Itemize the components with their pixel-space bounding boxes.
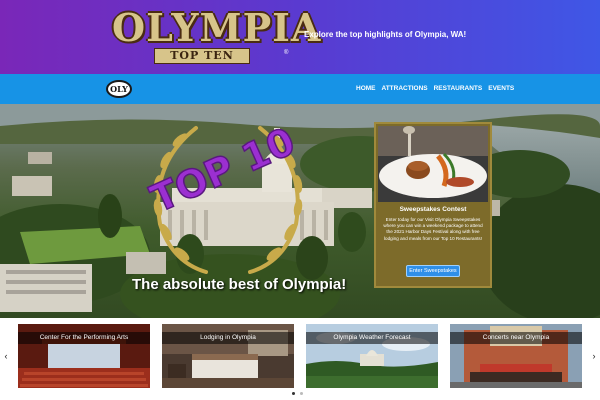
carousel-dot-active[interactable] [292, 392, 295, 395]
site-header: OLYMPIA TOP TEN ® Explore the top highli… [0, 0, 600, 74]
carousel-dot[interactable] [300, 392, 303, 395]
card-title: Olympia Weather Forecast [306, 332, 438, 344]
nav-link-events[interactable]: EVENTS [488, 83, 514, 95]
card-weather[interactable]: Olympia Weather Forecast [306, 324, 438, 388]
header-tagline: Explore the top highlights of Olympia, W… [304, 30, 467, 39]
feature-carousel: ‹ Center For the Performing Arts Lodging… [0, 318, 600, 400]
nav-logo[interactable]: OLY [106, 80, 132, 98]
nav-link-attractions[interactable]: ATTRACTIONS [382, 83, 428, 95]
nav-link-home[interactable]: HOME [356, 83, 376, 95]
sweepstakes-description: Enter today for our Visit Olympia Sweeps… [383, 217, 483, 241]
logo-trademark: ® [284, 50, 289, 56]
nav-link-restaurants[interactable]: RESTAURANTS [434, 83, 483, 95]
carousel-prev-arrow[interactable]: ‹ [2, 350, 10, 362]
card-title: Concerts near Olympia [450, 332, 582, 344]
logo-sub-text: TOP TEN [154, 48, 250, 64]
hero-tagline: The absolute best of Olympia! [132, 276, 347, 293]
main-navbar: OLY HOME ATTRACTIONS RESTAURANTS EVENTS [0, 74, 600, 104]
carousel-next-arrow[interactable]: › [590, 350, 598, 362]
card-performing-arts[interactable]: Center For the Performing Arts [18, 324, 150, 388]
card-lodging[interactable]: Lodging in Olympia [162, 324, 294, 388]
card-title: Center For the Performing Arts [18, 332, 150, 344]
nav-links: HOME ATTRACTIONS RESTAURANTS EVENTS [356, 83, 514, 95]
card-concerts[interactable]: Concerts near Olympia [450, 324, 582, 388]
card-title: Lodging in Olympia [162, 332, 294, 344]
enter-sweepstakes-button[interactable]: Enter Sweepstakes [406, 265, 460, 277]
site-logo[interactable]: OLYMPIA TOP TEN ® [112, 5, 322, 68]
logo-main-text: OLYMPIA [112, 5, 322, 50]
sweepstakes-card: Sweepstakes Contest Enter today for our … [374, 122, 492, 288]
food-plate-photo [378, 126, 488, 202]
sweepstakes-title: Sweepstakes Contest [399, 206, 467, 213]
hero-banner: TOP 10 The absolute best of Olympia! [0, 104, 600, 318]
